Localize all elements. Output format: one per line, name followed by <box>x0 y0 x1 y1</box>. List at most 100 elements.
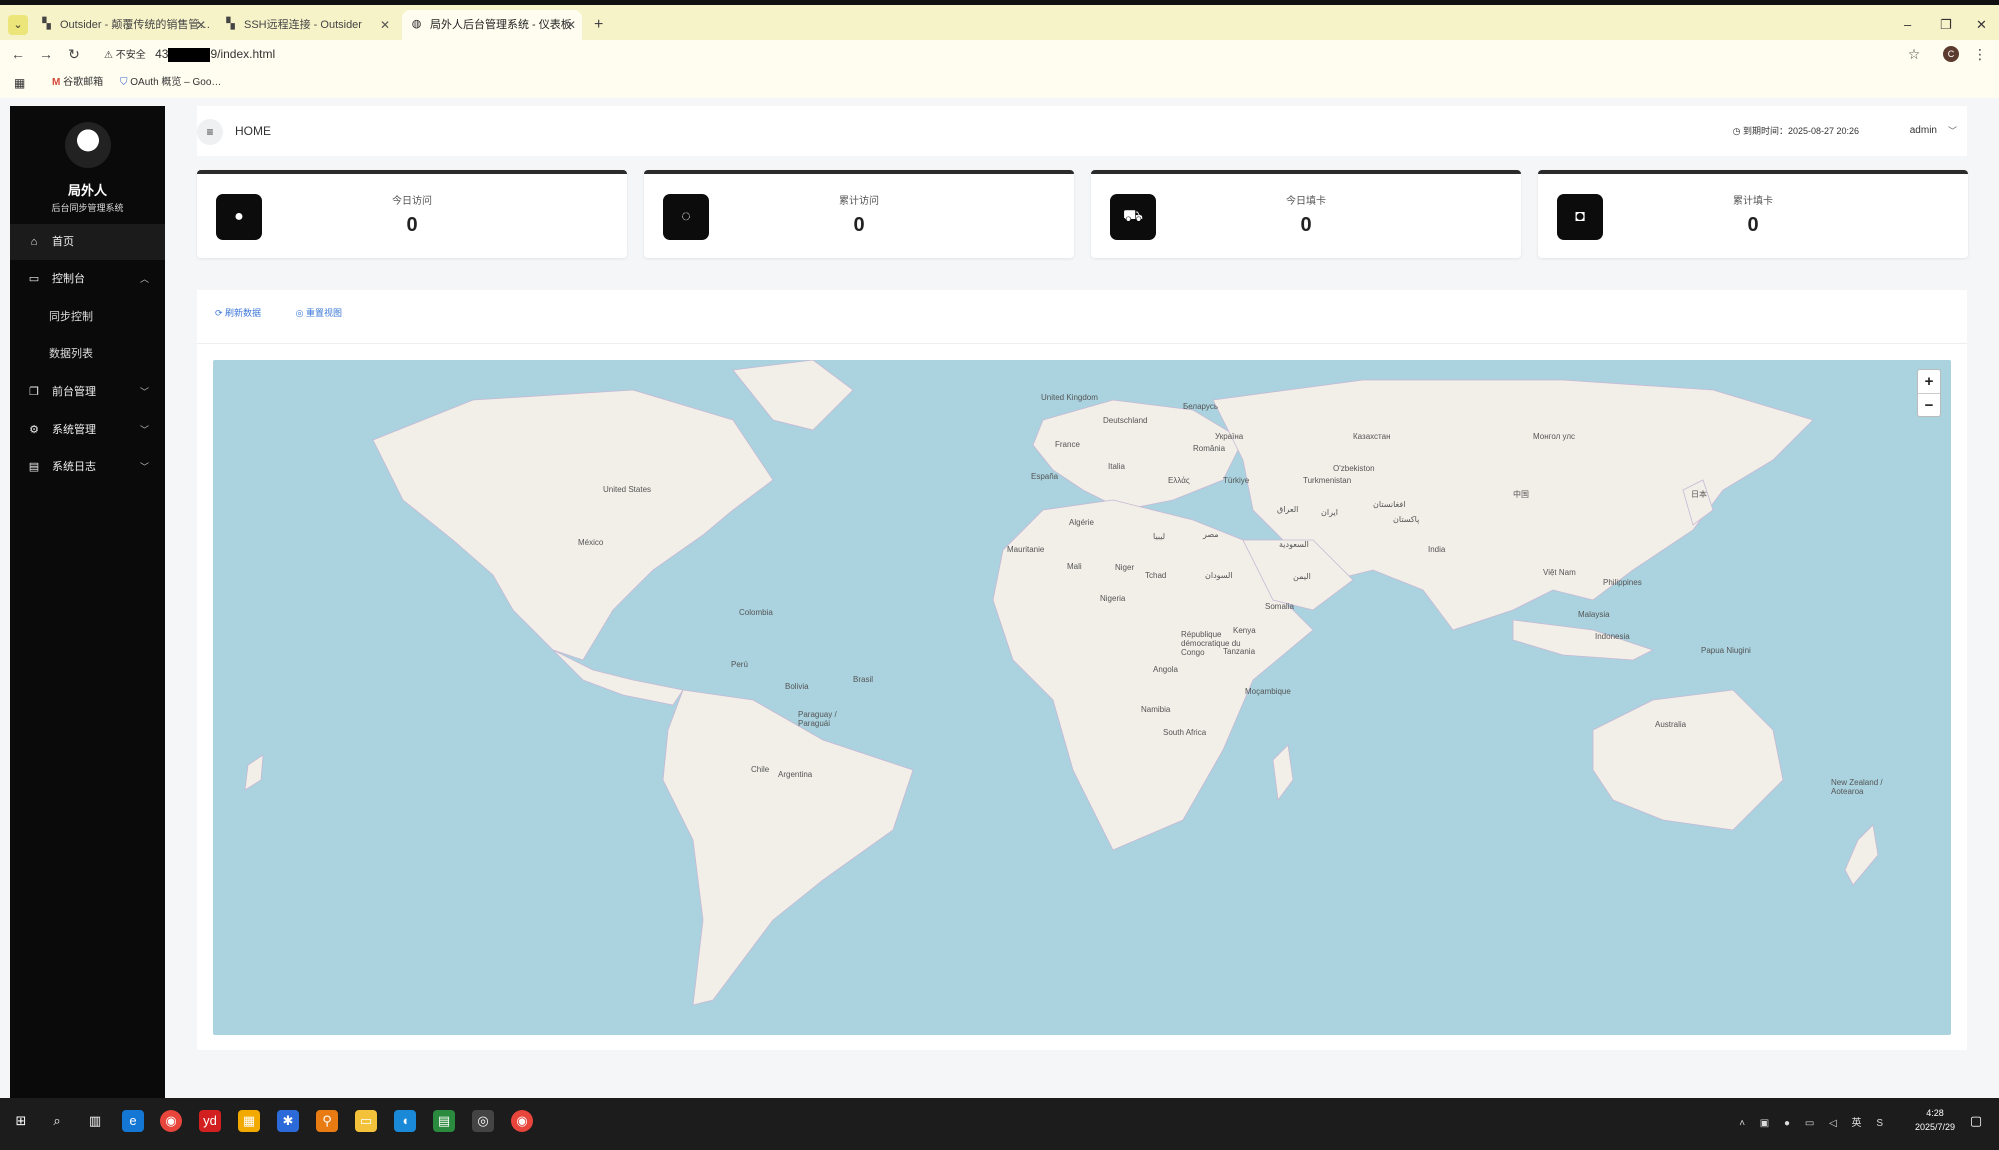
world-map[interactable]: + − United Kingdom Deutschland France Españ… <box>213 360 1951 1035</box>
stat-label: 累计访问 <box>839 196 879 207</box>
close-tab-icon[interactable]: ✕ <box>380 10 390 40</box>
edge-icon[interactable]: e <box>122 1110 144 1132</box>
map-land-layer <box>244 360 1879 1006</box>
map-country-label: Deutschland <box>1103 416 1148 425</box>
chevron-down-icon: ﹀ <box>139 462 149 472</box>
notification-icon[interactable]: ▢ <box>1965 1110 1987 1132</box>
browser-tab-2[interactable]: ▚ SSH远程连接 - Outsider ✕ <box>216 10 396 40</box>
map-country-label: India <box>1428 545 1446 554</box>
stat-value: 0 <box>1300 214 1312 236</box>
app-yd-icon[interactable]: yd <box>199 1110 221 1132</box>
map-country-label: México <box>578 538 604 547</box>
site-favicon-icon: ▚ <box>42 18 51 30</box>
app-area: 局外人 后台同步管理系统 ⌂ 首页 ▭ 控制台 ︿ 同步控制 数据列表 ❐ 前台… <box>0 98 1999 1098</box>
app-tool-icon[interactable]: ◎ <box>472 1110 494 1132</box>
brand-name: 局外人 <box>67 183 107 198</box>
menu-toggle-icon[interactable]: ≡ <box>197 119 223 145</box>
sidebar-item-system[interactable]: ⚙ 系统管理 ﹀ <box>10 412 165 448</box>
profile-avatar[interactable]: C <box>1943 46 1959 62</box>
more-menu-icon[interactable]: ⋮ <box>1970 44 1990 64</box>
sidebar-subitem-sync-control[interactable]: 同步控制 <box>10 299 165 335</box>
zoom-out-button[interactable]: − <box>1918 393 1940 416</box>
sidebar-subitem-data-list[interactable]: 数据列表 <box>10 336 165 372</box>
task-view-icon[interactable]: ▥ <box>84 1110 106 1132</box>
monitor-icon: ▭ <box>28 273 40 285</box>
windows-start-icon[interactable]: ⊞ <box>10 1110 32 1132</box>
map-country-label: Brasil <box>853 675 874 684</box>
map-country-label: Nigeria <box>1100 594 1126 603</box>
app-store-icon[interactable]: ▦ <box>238 1110 260 1132</box>
taskbar-clock[interactable]: 4:28 2025/7/29 <box>1915 1106 1955 1134</box>
close-tab-icon[interactable]: ✕ <box>566 10 576 40</box>
map-country-label: Mauritanie <box>1007 545 1045 554</box>
map-country-label: Algérie <box>1069 518 1094 527</box>
map-country-label: Colombia <box>739 608 773 617</box>
stat-value: 0 <box>1747 214 1759 236</box>
stat-label: 今日访问 <box>392 196 432 207</box>
redacted-block <box>168 47 211 62</box>
new-tab-button[interactable]: + <box>594 10 603 40</box>
bookmark-star-icon[interactable]: ☆ <box>1904 44 1924 64</box>
not-secure-label: 不安全 <box>115 50 146 61</box>
tab-search-menu[interactable]: ⌄ <box>8 15 28 35</box>
refresh-data-button[interactable]: ⟳ 刷新数据 <box>215 308 277 318</box>
browser-tab-1[interactable]: ▚ Outsider - 颠覆传统的销售管… ✕ <box>32 10 212 40</box>
stat-card-today-cards: ⛟ 今日填卡 0 <box>1091 170 1521 258</box>
sidebar-item-frontend[interactable]: ❐ 前台管理 ﹀ <box>10 374 165 410</box>
reload-icon[interactable]: ↻ <box>64 44 84 64</box>
map-country-label: Indonesia <box>1595 632 1630 641</box>
app-messaging-icon[interactable]: ◖ <box>394 1110 416 1132</box>
map-country-label: Perú <box>731 660 748 669</box>
chevron-down-icon[interactable]: ﹀ <box>1948 106 1957 156</box>
app-spreadsheet-icon[interactable]: ▤ <box>433 1110 455 1132</box>
map-country-label: مصر <box>1203 530 1219 539</box>
tab-title: 局外人后台管理系统 - 仪表板 <box>430 19 572 31</box>
map-country-label: Italia <box>1108 462 1125 471</box>
reset-view-button[interactable]: ◎ 重置视图 <box>296 308 358 318</box>
back-arrow-icon[interactable]: ← <box>8 44 28 64</box>
sidebar-item-label: 前台管理 <box>52 386 96 398</box>
map-country-label: Türkiye <box>1223 476 1250 485</box>
close-tab-icon[interactable]: ✕ <box>196 10 206 40</box>
clock-time: 4:28 <box>1926 1108 1944 1118</box>
restore-icon[interactable]: ❐ <box>1940 10 1952 40</box>
chrome-active-icon[interactable]: ◉ <box>511 1110 533 1132</box>
apps-grid-icon[interactable]: ▦ <box>14 76 25 90</box>
bookmark-gmail[interactable]: M 谷歌邮箱 <box>52 76 103 90</box>
land-australia <box>1592 689 1784 831</box>
sidebar-item-home[interactable]: ⌂ 首页 <box>10 224 165 260</box>
url-suffix: 9/index.html <box>210 47 276 61</box>
map-country-label: ایران <box>1321 508 1338 517</box>
browser-tab-3[interactable]: ◍ 局外人后台管理系统 - 仪表板 ✕ <box>402 10 582 40</box>
stat-card-total-visits: ◌ 累计访问 0 <box>644 170 1074 258</box>
clock-date: 2025/7/29 <box>1914 1122 1955 1132</box>
gear-icon: ⚙ <box>29 424 39 436</box>
not-secure-badge[interactable]: ⚠ 不安全 <box>98 45 152 67</box>
system-tray[interactable]: ˄ ▣ ● ▭ ◁ 英 S <box>1739 1114 1889 1129</box>
sidebar-item-logs[interactable]: ▤ 系统日志 ﹀ <box>10 449 165 485</box>
expire-time: ◷ 到期时间：2025-08-27 20:26 <box>1733 106 1859 156</box>
map-country-label: United States <box>603 485 652 494</box>
land-north-america <box>372 389 774 661</box>
map-country-label: Moçambique <box>1245 687 1291 696</box>
land-central-america <box>552 649 684 706</box>
ime-indicator[interactable]: 英 <box>1852 1118 1868 1129</box>
map-country-label: España <box>1031 472 1059 481</box>
app-search-icon[interactable]: ⚲ <box>316 1110 338 1132</box>
stat-value: 0 <box>853 214 865 236</box>
search-icon[interactable]: ⌕ <box>46 1110 68 1132</box>
forward-arrow-icon[interactable]: → <box>36 44 56 64</box>
file-explorer-icon[interactable]: ▭ <box>355 1110 377 1132</box>
sidebar-item-console[interactable]: ▭ 控制台 ︿ <box>10 261 165 297</box>
chrome-icon[interactable]: ◉ <box>160 1110 182 1132</box>
app-network-icon[interactable]: ✱ <box>277 1110 299 1132</box>
close-window-icon[interactable]: ✕ <box>1976 10 1987 40</box>
minimize-icon[interactable]: – <box>1904 10 1911 40</box>
user-menu[interactable]: admin <box>1910 106 1937 156</box>
url-field[interactable]: ⚠ 不安全 43 9/index.html <box>98 43 1918 65</box>
land-new-zealand <box>1844 824 1879 886</box>
bookmark-oauth[interactable]: ⛉ OAuth 概览 – Goo… <box>120 76 221 90</box>
tab-title: Outsider - 颠覆传统的销售管… <box>60 19 211 31</box>
zoom-in-button[interactable]: + <box>1918 370 1940 393</box>
map-country-label: South Africa <box>1163 728 1207 737</box>
